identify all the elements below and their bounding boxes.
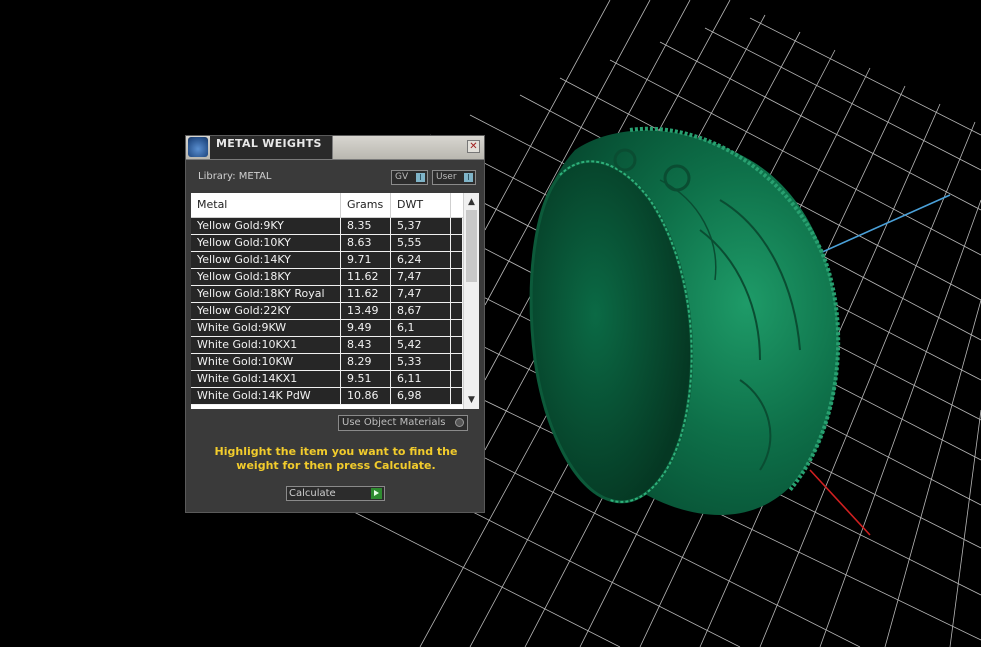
table-scrollbar[interactable]: ▲ ▼ xyxy=(463,193,479,409)
cell-metal: White Gold:14K PdW xyxy=(191,388,341,404)
cell-metal: Yellow Gold:9KY xyxy=(191,218,341,234)
table-body: Yellow Gold:9KY 8.35 5,37 Yellow Gold:10KY 8… xyxy=(191,218,463,409)
cell-spacer xyxy=(451,388,463,404)
cell-spacer xyxy=(451,235,463,251)
use-object-materials-radio[interactable] xyxy=(455,418,464,427)
cell-dwt: 7,47 xyxy=(391,286,451,302)
scroll-down-arrow-icon[interactable]: ▼ xyxy=(464,393,479,407)
use-object-materials-option[interactable]: Use Object Materials xyxy=(338,415,468,431)
column-header-dwt[interactable]: DWT xyxy=(391,193,451,217)
use-object-materials-label: Use Object Materials xyxy=(342,417,446,428)
cell-grams: 8.29 xyxy=(341,354,391,370)
gv-toggle-indicator: I xyxy=(416,173,425,182)
table-header: Metal Grams DWT xyxy=(191,193,463,218)
user-toggle[interactable]: User I xyxy=(432,170,476,185)
title-tab: METAL WEIGHTS xyxy=(210,136,333,159)
cell-grams: 8.63 xyxy=(341,235,391,251)
table-row[interactable]: White Gold:10KX1 8.43 5,42 xyxy=(191,337,463,354)
cell-metal: Yellow Gold:22KY xyxy=(191,303,341,319)
cell-grams: 10.86 xyxy=(341,388,391,404)
cell-spacer xyxy=(451,320,463,336)
cell-metal: Yellow Gold:18KY Royal xyxy=(191,286,341,302)
cell-spacer xyxy=(451,371,463,387)
3d-viewport[interactable] xyxy=(0,0,981,647)
table-row[interactable]: White Gold:9KW 9.49 6,1 xyxy=(191,320,463,337)
library-label: Library: METAL xyxy=(198,171,272,182)
cell-grams: 11.62 xyxy=(341,269,391,285)
table-row[interactable]: White Gold:14K PdW 10.86 6,98 xyxy=(191,388,463,405)
cell-spacer xyxy=(451,269,463,285)
cell-dwt: 6,24 xyxy=(391,252,451,268)
user-toggle-indicator: I xyxy=(464,173,473,182)
cell-spacer xyxy=(451,218,463,234)
cell-metal: Yellow Gold:14KY xyxy=(191,252,341,268)
metal-weights-panel: METAL WEIGHTS ✕ Library: METAL GV I User… xyxy=(185,135,485,513)
cell-spacer xyxy=(451,252,463,268)
user-toggle-label: User xyxy=(436,172,457,182)
cell-dwt: 5,42 xyxy=(391,337,451,353)
panel-titlebar[interactable]: METAL WEIGHTS ✕ xyxy=(186,136,484,160)
app-logo-icon xyxy=(188,137,208,157)
panel-title: METAL WEIGHTS xyxy=(216,137,322,150)
table-row[interactable]: White Gold:10KW 8.29 5,33 xyxy=(191,354,463,371)
cell-dwt: 5,33 xyxy=(391,354,451,370)
column-header-grams[interactable]: Grams xyxy=(341,193,391,217)
calculate-button[interactable]: Calculate xyxy=(286,486,385,501)
cell-dwt: 6,11 xyxy=(391,371,451,387)
cell-spacer xyxy=(451,303,463,319)
cell-grams: 8.43 xyxy=(341,337,391,353)
cell-dwt: 7,47 xyxy=(391,269,451,285)
cell-metal: White Gold:10KX1 xyxy=(191,337,341,353)
instruction-text: Highlight the item you want to find the … xyxy=(214,445,458,472)
gv-toggle[interactable]: GV I xyxy=(391,170,428,185)
cell-metal: Yellow Gold:18KY xyxy=(191,269,341,285)
cell-metal: White Gold:14KX1 xyxy=(191,371,341,387)
cell-grams: 9.49 xyxy=(341,320,391,336)
metal-table[interactable]: Metal Grams DWT Yellow Gold:9KY 8.35 5,37 Y… xyxy=(191,193,479,409)
gv-toggle-label: GV xyxy=(395,172,409,182)
cell-spacer xyxy=(451,354,463,370)
ring-model[interactable] xyxy=(529,126,841,515)
cell-metal: White Gold:10KW xyxy=(191,354,341,370)
table-row[interactable]: Yellow Gold:14KY 9.71 6,24 xyxy=(191,252,463,269)
cell-grams: 9.71 xyxy=(341,252,391,268)
cell-dwt: 8,67 xyxy=(391,303,451,319)
cell-dwt: 5,55 xyxy=(391,235,451,251)
cell-grams: 8.35 xyxy=(341,218,391,234)
table-row[interactable]: Yellow Gold:18KY Royal 11.62 7,47 xyxy=(191,286,463,303)
cell-spacer xyxy=(451,286,463,302)
table-row[interactable]: Yellow Gold:22KY 13.49 8,67 xyxy=(191,303,463,320)
cell-spacer xyxy=(451,337,463,353)
table-row[interactable]: White Gold:14KX1 9.51 6,11 xyxy=(191,371,463,388)
cell-dwt: 6,1 xyxy=(391,320,451,336)
cell-metal: Yellow Gold:10KY xyxy=(191,235,341,251)
calculate-label: Calculate xyxy=(289,488,336,499)
scroll-up-arrow-icon[interactable]: ▲ xyxy=(464,195,479,209)
play-arrow-icon xyxy=(371,488,382,499)
close-button[interactable]: ✕ xyxy=(467,140,480,153)
table-row[interactable]: Yellow Gold:9KY 8.35 5,37 xyxy=(191,218,463,235)
column-header-metal[interactable]: Metal xyxy=(191,193,341,217)
cell-dwt: 6,98 xyxy=(391,388,451,404)
table-row[interactable]: Yellow Gold:10KY 8.63 5,55 xyxy=(191,235,463,252)
cell-grams: 11.62 xyxy=(341,286,391,302)
scroll-thumb[interactable] xyxy=(466,210,477,282)
cell-grams: 13.49 xyxy=(341,303,391,319)
table-row[interactable]: Yellow Gold:18KY 11.62 7,47 xyxy=(191,269,463,286)
cell-grams: 9.51 xyxy=(341,371,391,387)
cell-metal: White Gold:9KW xyxy=(191,320,341,336)
cell-dwt: 5,37 xyxy=(391,218,451,234)
